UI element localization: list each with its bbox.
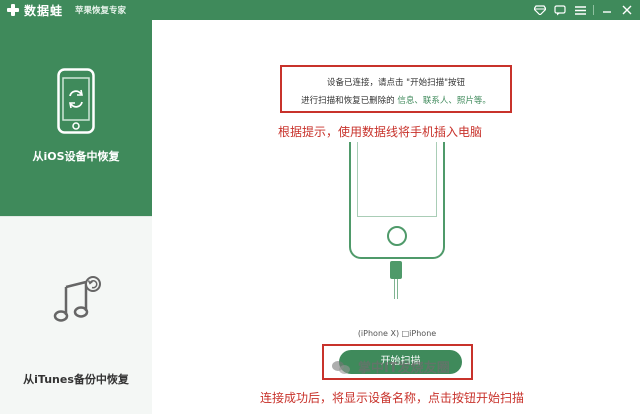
- phone-illustration: [349, 142, 445, 259]
- sidebar-item-label: 从iOS设备中恢复: [32, 150, 120, 163]
- window-controls: [533, 3, 634, 17]
- message-prefix: 进行扫描和恢复已删除的: [301, 96, 398, 106]
- cable-plug-icon: [390, 261, 402, 279]
- main-content: 设备已连接，请点击 "开始扫描"按钮 进行扫描和恢复已删除的 信息、联系人、照片…: [152, 20, 640, 414]
- sidebar-item-ios-recover[interactable]: 从iOS设备中恢复: [0, 20, 160, 216]
- sidebar-item-label: 从iTunes备份中恢复: [23, 373, 129, 386]
- annotation-scan-hint: 连接成功后，将显示设备名称，点击按钮开始扫描: [260, 391, 525, 405]
- sidebar-item-itunes-recover[interactable]: 从iTunes备份中恢复: [0, 216, 152, 414]
- wechat-icon: [332, 359, 352, 375]
- watermark: 掌中IT发烧友圈: [332, 357, 450, 376]
- gem-icon[interactable]: [533, 3, 547, 17]
- app-logo: 数据蛙: [6, 2, 63, 18]
- phone-recover-icon: [57, 68, 95, 134]
- title-bar: 数据蛙 苹果恢复专家: [0, 0, 640, 20]
- chat-icon[interactable]: [553, 3, 567, 17]
- sidebar: 从iOS设备中恢复 从iTunes备份中恢复: [0, 20, 160, 414]
- cable-icon: [394, 279, 398, 299]
- message-data-types: 信息、联系人、照片等。: [397, 96, 491, 106]
- phone-screen: [357, 142, 437, 217]
- minimize-icon[interactable]: [600, 3, 614, 17]
- annotation-connect-hint: 根据提示，使用数据线将手机插入电脑: [278, 125, 483, 139]
- titlebar-divider: [593, 5, 594, 15]
- close-icon[interactable]: [620, 3, 634, 17]
- message-line-1: 设备已连接，请点击 "开始扫描"按钮: [326, 78, 466, 88]
- plus-logo-icon: [6, 3, 20, 17]
- app-name: 数据蛙: [24, 3, 64, 18]
- device-name: (iPhone X) □iPhone: [357, 329, 437, 338]
- music-backup-icon: [53, 276, 101, 322]
- app-subtitle: 苹果恢复专家: [75, 6, 127, 16]
- message-line-2: 进行扫描和恢复已删除的 信息、联系人、照片等。: [282, 94, 510, 106]
- watermark-text: 掌中IT发烧友圈: [358, 361, 450, 376]
- home-button-icon: [387, 226, 407, 246]
- menu-icon[interactable]: [573, 3, 587, 17]
- connection-message-box: 设备已连接，请点击 "开始扫描"按钮 进行扫描和恢复已删除的 信息、联系人、照片…: [280, 65, 512, 113]
